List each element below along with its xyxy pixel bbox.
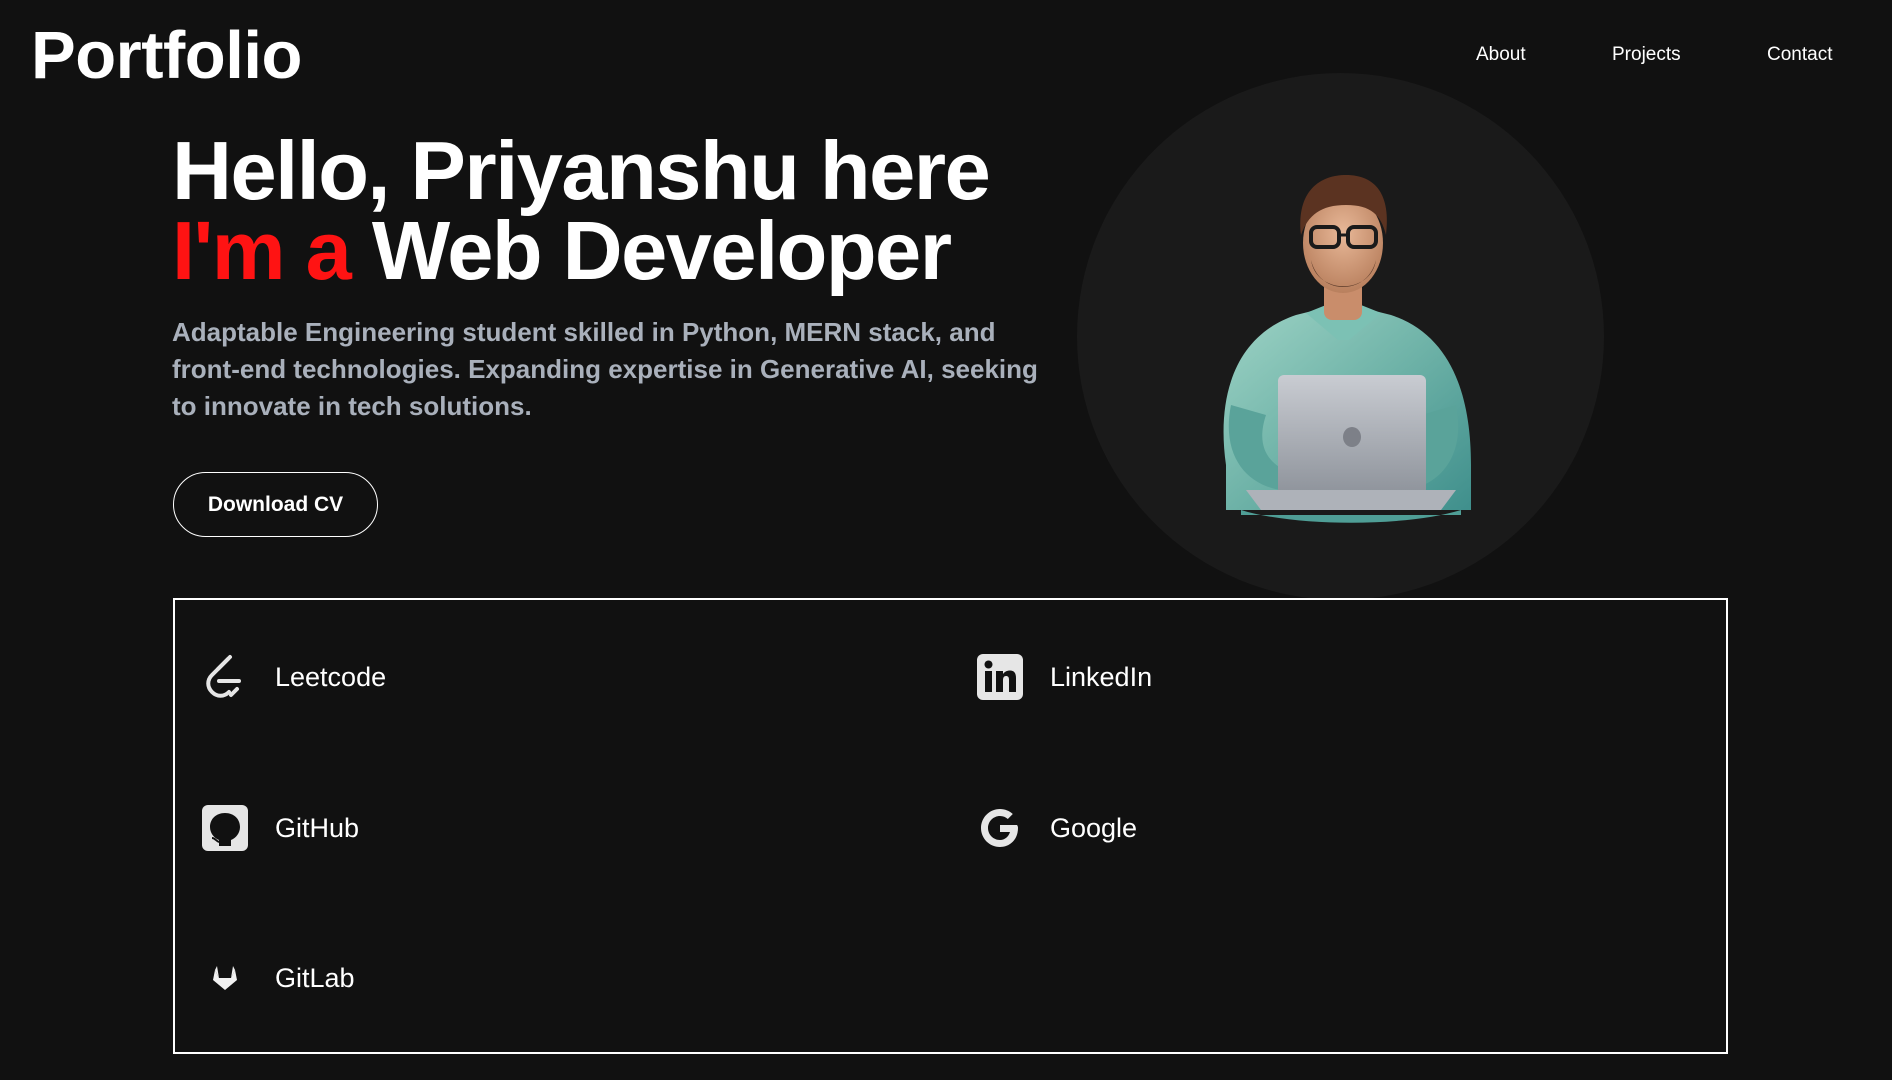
hero-role: Web Developer: [371, 204, 952, 297]
developer-portrait-illustration: [1223, 175, 1471, 523]
gitlab-link[interactable]: GitLab: [200, 953, 355, 1003]
google-link[interactable]: Google: [975, 803, 1137, 853]
hero-heading: Hello, Priyanshu here I'm a Web Develope…: [172, 129, 991, 292]
linkedin-icon: [975, 652, 1025, 702]
github-icon: [200, 803, 250, 853]
google-icon: [975, 803, 1025, 853]
gitlab-label: GitLab: [275, 963, 355, 993]
main-nav: About Projects Contact: [0, 42, 1892, 72]
leetcode-icon: [200, 652, 250, 702]
gitlab-icon: [200, 953, 250, 1003]
linkedin-link[interactable]: LinkedIn: [975, 652, 1152, 702]
google-label: Google: [1050, 813, 1138, 843]
leetcode-label: Leetcode: [275, 662, 387, 692]
nav-contact-link[interactable]: Contact: [1767, 42, 1832, 68]
hero-intro-prefix: I'm a: [172, 204, 352, 297]
github-label: GitHub: [275, 813, 360, 843]
nav-projects-link[interactable]: Projects: [1612, 42, 1681, 68]
github-link[interactable]: GitHub: [200, 803, 359, 853]
nav-about-link[interactable]: About: [1476, 42, 1526, 68]
social-links-panel: Leetcode LinkedIn GitHub Google GitLab: [173, 598, 1728, 1054]
hero-description: Adaptable Engineering student skilled in…: [172, 317, 1038, 421]
download-cv-button[interactable]: Download CV: [173, 472, 378, 537]
linkedin-label: LinkedIn: [1050, 662, 1153, 692]
leetcode-link[interactable]: Leetcode: [200, 652, 386, 702]
